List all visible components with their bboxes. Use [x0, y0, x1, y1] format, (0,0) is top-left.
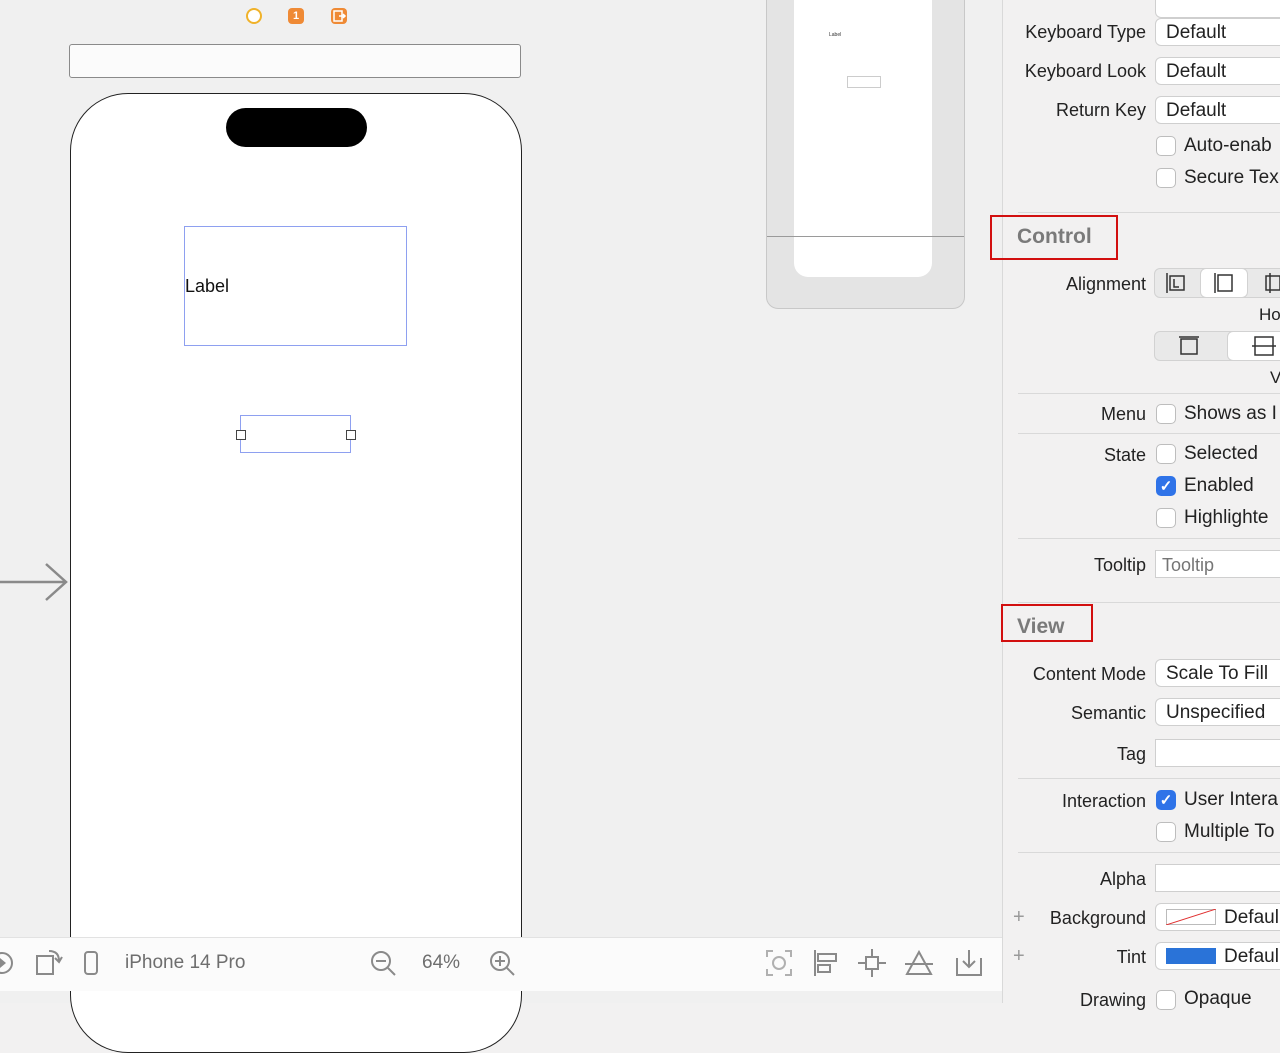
tag-label: Tag	[1116, 744, 1146, 764]
auto-enable-checkbox[interactable]	[1156, 136, 1176, 156]
highlighted-checkbox[interactable]	[1156, 508, 1176, 528]
vertical-caption: V	[1270, 368, 1280, 387]
scene-dock[interactable]	[69, 44, 521, 78]
highlighted-label: Highlighte	[1184, 507, 1269, 528]
separator	[1018, 602, 1280, 603]
drawing-label: Drawing	[1079, 990, 1146, 1010]
exit-icon[interactable]	[331, 8, 347, 24]
background-label: Background	[1049, 908, 1146, 928]
resize-handle-right[interactable]	[346, 430, 356, 440]
control-section-header[interactable]: Control	[1017, 225, 1092, 249]
add-constraints-icon[interactable]	[857, 948, 887, 978]
align-left-icon[interactable]	[1164, 271, 1188, 295]
return-key-popup[interactable]: Default	[1155, 96, 1280, 124]
first-responder-icon[interactable]: 1	[288, 8, 304, 24]
separator	[1018, 433, 1280, 434]
opaque-checkbox[interactable]	[1156, 990, 1176, 1010]
tint-label: Tint	[1116, 947, 1146, 967]
alignment-label: Alignment	[1065, 274, 1146, 294]
align-top-icon[interactable]	[1177, 334, 1201, 358]
horizontal-caption: Ho	[1259, 305, 1280, 324]
tint-color-swatch	[1166, 948, 1216, 964]
shows-as-checkbox[interactable]	[1156, 404, 1176, 424]
view-section-header[interactable]: View	[1017, 615, 1064, 639]
align-icon[interactable]	[811, 948, 841, 978]
device-selector[interactable]: iPhone 14 Pro	[125, 952, 245, 974]
resolve-issues-icon[interactable]	[903, 948, 935, 978]
align-center-icon[interactable]	[1212, 271, 1236, 295]
user-interaction-label: User Intera	[1184, 789, 1278, 810]
device-icon[interactable]	[82, 950, 100, 976]
align-middle-icon[interactable]	[1251, 334, 1277, 358]
multiple-touch-label: Multiple To	[1184, 821, 1275, 842]
semantic-label: Semantic	[1070, 703, 1146, 723]
shows-as-label: Shows as I	[1184, 403, 1277, 424]
rotate-device-icon[interactable]	[35, 948, 63, 976]
enabled-checkbox[interactable]: ✓	[1156, 476, 1176, 496]
resize-handle-left[interactable]	[236, 430, 246, 440]
alpha-label: Alpha	[1099, 869, 1146, 889]
separator	[1018, 778, 1280, 779]
auto-enable-label: Auto-enab	[1184, 135, 1272, 156]
state-label: State	[1103, 445, 1146, 465]
spell-checking-popup[interactable]	[1155, 0, 1280, 18]
align-right-icon[interactable]	[1260, 271, 1280, 295]
multiple-touch-checkbox[interactable]	[1156, 822, 1176, 842]
menu-label: Menu	[1100, 404, 1146, 424]
selected-label: Selected	[1184, 443, 1258, 464]
view-controller-icon[interactable]	[246, 8, 262, 24]
selected-checkbox[interactable]	[1156, 444, 1176, 464]
zoom-out-icon[interactable]	[369, 949, 397, 977]
thumbnail-textfield	[847, 76, 881, 88]
interaction-label: Interaction	[1061, 791, 1146, 811]
zoom-in-icon[interactable]	[488, 949, 516, 977]
keyboard-type-popup[interactable]: Default	[1155, 18, 1280, 46]
separator	[1018, 852, 1280, 853]
separator	[1018, 212, 1280, 213]
default-color-swatch-icon	[1166, 909, 1216, 925]
thumbnail-label: Label	[829, 32, 842, 38]
keyboard-look-popup[interactable]: Default	[1155, 57, 1280, 85]
label-element-text: Label	[185, 276, 230, 296]
embed-in-icon[interactable]	[954, 948, 984, 978]
semantic-popup[interactable]: Unspecified	[1155, 698, 1280, 726]
enabled-label: Enabled	[1184, 475, 1254, 496]
user-interaction-checkbox[interactable]: ✓	[1156, 790, 1176, 810]
content-mode-popup[interactable]: Scale To Fill	[1155, 659, 1280, 687]
tooltip-label: Tooltip	[1093, 555, 1146, 575]
alpha-field[interactable]	[1155, 864, 1280, 892]
scene-thumbnail[interactable]: Label	[766, 0, 965, 309]
return-key-label: Return Key	[1055, 100, 1146, 120]
opaque-label: Opaque	[1184, 988, 1252, 1009]
secure-text-checkbox[interactable]	[1156, 168, 1176, 188]
content-mode-label: Content Mode	[1032, 664, 1146, 684]
separator	[1018, 538, 1280, 539]
keyboard-type-label: Keyboard Type	[1025, 22, 1146, 42]
toggle-outline-icon[interactable]	[0, 950, 16, 976]
keyboard-look-label: Keyboard Look	[1024, 61, 1146, 81]
tooltip-field[interactable]	[1155, 550, 1280, 578]
zoom-level[interactable]: 64%	[422, 952, 460, 974]
text-field-element[interactable]	[240, 415, 351, 453]
entry-point-arrow-icon[interactable]	[0, 560, 72, 604]
separator	[1018, 393, 1280, 394]
secure-text-label: Secure Tex	[1184, 167, 1279, 188]
dynamic-island	[226, 108, 367, 147]
update-frames-icon[interactable]	[764, 948, 794, 978]
tag-field[interactable]	[1155, 739, 1280, 767]
